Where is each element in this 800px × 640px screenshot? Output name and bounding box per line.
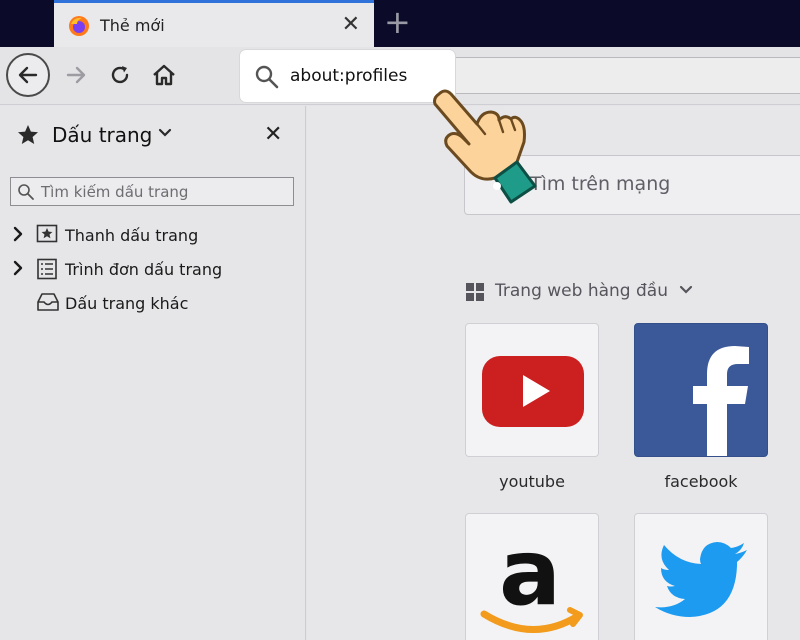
top-site-tile-facebook[interactable] [634,323,768,457]
tile-label-youtube[interactable]: youtube [452,472,612,491]
sidebar-title[interactable]: Dấu trang [52,123,152,147]
sidebar-item-bookmarks-toolbar[interactable]: Thanh dấu trang [0,220,306,250]
bookmarks-menu-icon [37,258,57,280]
home-button[interactable] [142,53,186,97]
chevron-down-icon[interactable] [679,285,693,295]
top-sites-title: Trang web hàng đầu [495,281,668,301]
forward-button[interactable] [54,53,98,97]
sidebar-header: Dấu trang ✕ [0,106,306,166]
firefox-icon [69,16,89,36]
bookmark-search-input[interactable]: Tìm kiếm dấu trang [10,177,294,206]
bookmarks-sidebar: Dấu trang ✕ Tìm kiếm dấu trang Thanh dấu… [0,106,306,640]
close-sidebar-icon[interactable]: ✕ [264,122,282,147]
inbox-icon [37,293,59,311]
top-site-tile-amazon[interactable]: a [465,513,599,640]
svg-text:a: a [499,519,561,626]
sidebar-item-label: Dấu trang khác [65,294,189,313]
twitter-logo-icon [655,542,747,617]
top-site-tile-youtube[interactable] [465,323,599,457]
sidebar-item-label: Trình đơn dấu trang [65,260,223,279]
tab-new-tab[interactable]: Thẻ mới ✕ [54,0,374,47]
chevron-down-icon[interactable] [158,128,172,138]
forward-arrow-icon [66,66,86,84]
grid-icon [466,283,484,301]
top-site-tile-twitter[interactable] [634,513,768,640]
chevron-right-icon[interactable] [12,260,24,276]
chevron-right-icon[interactable] [12,226,24,242]
sidebar-item-bookmarks-menu[interactable]: Trình đơn dấu trang [0,254,306,284]
tile-label-facebook[interactable]: facebook [621,472,781,491]
back-arrow-icon [18,66,38,84]
tab-bar: Thẻ mới ✕ + [0,0,800,47]
amazon-logo-icon: a [480,519,583,633]
new-tab-icon[interactable]: + [384,6,411,38]
web-search-placeholder: Tìm trên mạng [530,173,671,195]
close-tab-icon[interactable]: ✕ [342,12,360,37]
star-icon [18,125,38,144]
search-icon [18,184,34,200]
search-placeholder: Tìm kiếm dấu trang [41,183,189,201]
sidebar-item-label: Thanh dấu trang [65,226,199,245]
facebook-logo-icon [693,346,749,456]
reload-button[interactable] [98,53,142,97]
bookmarks-toolbar-icon [36,224,58,243]
youtube-logo-icon [482,356,584,427]
sidebar-item-other-bookmarks[interactable]: Dấu trang khác [0,288,306,318]
url-input[interactable]: about:profiles [290,66,407,86]
reload-icon [111,66,129,84]
url-bar[interactable]: about:profiles [240,50,455,102]
tab-title: Thẻ mới [100,16,165,35]
home-icon [153,64,175,86]
back-button[interactable] [6,53,50,97]
search-icon [255,65,279,89]
pointing-hand-icon [433,89,537,204]
